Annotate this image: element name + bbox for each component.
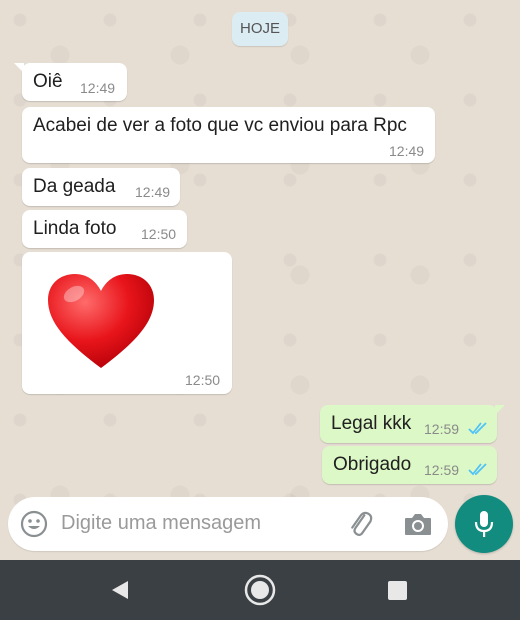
read-ticks-icon <box>468 422 487 435</box>
mic-button[interactable] <box>455 495 513 553</box>
message-time: 12:49 <box>389 143 425 159</box>
message-text: Linda foto <box>33 218 117 239</box>
message-time: 12:49 <box>135 184 171 200</box>
message-time: 12:59 <box>424 462 460 478</box>
message-text: Oiê <box>33 71 63 92</box>
date-chip: HOJE <box>232 12 288 46</box>
message-incoming-sticker[interactable]: 12:50 <box>22 252 232 394</box>
message-time: 12:50 <box>141 226 177 242</box>
message-text: Legal kkk <box>331 413 412 434</box>
home-circle-icon[interactable] <box>243 573 277 607</box>
message-outgoing[interactable]: Obrigado 12:59 <box>322 446 497 484</box>
message-incoming[interactable]: Acabei de ver a foto que vc enviou para … <box>22 107 435 163</box>
system-navigation-bar <box>0 560 520 620</box>
message-time: 12:50 <box>185 372 221 388</box>
message-input[interactable]: Digite uma mensagem <box>61 512 261 535</box>
message-incoming[interactable]: Oiê 12:49 <box>14 63 127 101</box>
recents-square-icon[interactable] <box>388 581 407 600</box>
message-incoming[interactable]: Linda foto 12:50 <box>22 210 187 248</box>
red-heart-icon <box>48 274 154 368</box>
read-ticks-icon <box>468 463 487 476</box>
message-text: Acabei de ver a foto que vc enviou para … <box>33 115 407 136</box>
camera-icon[interactable] <box>403 511 433 537</box>
paperclip-icon[interactable] <box>346 510 376 540</box>
message-composer: Digite uma mensagem <box>8 497 448 551</box>
chat-area[interactable]: HOJE Oiê 12:49 Acabei de ver a foto que … <box>0 0 520 560</box>
message-incoming[interactable]: Da geada 12:49 <box>22 168 180 206</box>
message-text: Da geada <box>33 176 116 197</box>
message-time: 12:59 <box>424 421 460 437</box>
message-outgoing[interactable]: Legal kkk 12:59 <box>320 405 505 443</box>
message-text: Obrigado <box>333 454 412 475</box>
back-triangle-icon[interactable] <box>110 580 130 600</box>
mic-icon <box>474 511 494 537</box>
smiley-icon[interactable] <box>20 510 48 538</box>
message-time: 12:49 <box>80 80 116 96</box>
